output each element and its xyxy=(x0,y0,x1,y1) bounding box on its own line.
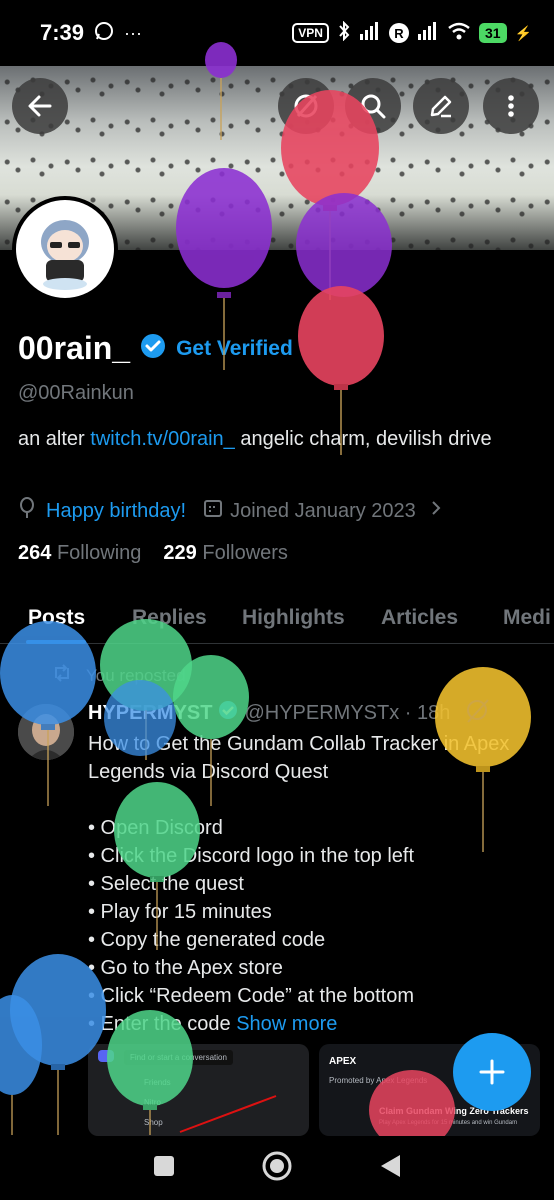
show-more-link[interactable]: Show more xyxy=(236,1013,337,1035)
discord-logo-icon xyxy=(98,1050,114,1064)
get-verified-link[interactable]: Get Verified xyxy=(176,337,293,361)
display-name: 00rain_ xyxy=(18,330,131,366)
more-button[interactable] xyxy=(483,78,539,134)
tab-media[interactable]: Medi xyxy=(503,606,551,630)
post-line: How to Get the Gundam Collab Tracker in … xyxy=(88,733,510,755)
more-vertical-icon xyxy=(508,95,514,117)
avatar-illustration xyxy=(41,220,89,290)
repost-context: You reposted xyxy=(52,664,186,687)
whatsapp-icon xyxy=(94,21,114,46)
compose-fab[interactable] xyxy=(453,1033,531,1111)
tab-highlights[interactable]: Highlights xyxy=(242,606,345,630)
discord-item: Nitro xyxy=(144,1098,161,1107)
home-circle-icon[interactable] xyxy=(261,1150,293,1187)
repost-icon xyxy=(52,664,72,687)
status-bar: 7:39 ··· VPN R 31 ⚡ xyxy=(0,0,554,66)
post-author-avatar[interactable] xyxy=(18,704,74,760)
search-icon xyxy=(361,94,386,119)
name-row: 00rain_ Get Verified xyxy=(18,330,293,367)
back-triangle-icon[interactable] xyxy=(378,1153,402,1184)
post-author-name[interactable]: HYPERMYST xyxy=(88,702,212,725)
profile-avatar[interactable] xyxy=(12,196,118,302)
bio-prefix: an alter xyxy=(18,428,85,450)
tab-replies[interactable]: Replies xyxy=(132,606,207,630)
post-line: Legends via Discord Quest xyxy=(88,761,329,783)
back-button[interactable] xyxy=(12,78,68,134)
post-line: • Click the Discord logo in the top left xyxy=(88,845,415,867)
discord-item: Shop xyxy=(144,1118,163,1127)
author-verified-icon xyxy=(218,700,238,726)
post-author-handle: @HYPERMYSTx · 18h xyxy=(244,701,451,724)
post-line: • Copy the generated code xyxy=(88,929,326,951)
bluetooth-icon xyxy=(337,20,351,46)
wifi-icon xyxy=(447,22,471,45)
profile-tabs: Posts Replies Highlights Articles Medi xyxy=(0,600,554,644)
follow-stats: 264 Following 229 Followers xyxy=(18,542,288,565)
followers-count: 229 xyxy=(163,542,197,564)
edit-button[interactable] xyxy=(413,78,469,134)
system-nav-bar xyxy=(0,1136,554,1200)
discord-search-text: Find or start a conversation xyxy=(124,1050,233,1065)
profile-bio: an alter twitch.tv/00rain_ angelic charm… xyxy=(18,425,518,453)
profile-handle: @00Rainkun xyxy=(18,382,134,404)
calendar-icon xyxy=(204,499,223,523)
chevron-right-icon[interactable] xyxy=(430,499,442,523)
post-text: How to Get the Gundam Collab Tracker in … xyxy=(88,730,548,1038)
vpn-badge: VPN xyxy=(292,23,329,43)
tab-articles[interactable]: Articles xyxy=(381,606,458,630)
following-count: 264 xyxy=(18,542,52,564)
birthday-link[interactable]: Happy birthday! xyxy=(46,500,186,523)
joined-date: Joined January 2023 xyxy=(230,499,416,522)
post-line: • Play for 15 minutes xyxy=(88,901,272,923)
post-line-last: • Enter the code Show more xyxy=(88,1010,548,1038)
signal-icon xyxy=(359,21,381,45)
balloon-icon xyxy=(0,995,42,1135)
battery-level: 31 xyxy=(478,23,507,43)
charging-icon: ⚡ xyxy=(514,24,532,41)
apex-brand: APEX xyxy=(329,1056,357,1067)
media-image-discord[interactable]: Find or start a conversation Friends Nit… xyxy=(88,1044,309,1136)
signal-icon-2 xyxy=(417,21,439,45)
following-label: Following xyxy=(56,542,142,564)
bio-suffix: angelic charm, devilish drive xyxy=(234,428,492,450)
post-line: • Go to the Apex store xyxy=(88,957,283,979)
search-button[interactable] xyxy=(345,78,401,134)
tab-posts[interactable]: Posts xyxy=(28,606,85,630)
verified-badge-icon xyxy=(140,333,166,364)
post-line: • Select the quest xyxy=(88,873,244,895)
carrier-badge: R xyxy=(388,23,409,43)
post-header: HYPERMYST @HYPERMYSTx · 18h xyxy=(88,700,450,726)
post-line: • Click “Redeem Code” at the bottom xyxy=(88,985,415,1007)
followers-label: Followers xyxy=(202,542,288,564)
active-tab-indicator xyxy=(26,640,86,644)
repost-label: You reposted xyxy=(86,665,186,685)
grok-button[interactable] xyxy=(278,78,334,134)
edit-icon xyxy=(430,95,452,118)
clock: 7:39 xyxy=(40,20,85,45)
back-arrow-icon xyxy=(28,95,52,117)
followers-stat[interactable]: 229 Followers xyxy=(163,542,288,565)
red-arrow-line xyxy=(179,1095,277,1133)
grok-icon xyxy=(294,94,318,118)
more-dots-icon: ··· xyxy=(124,22,143,43)
plus-icon xyxy=(479,1059,505,1085)
apex-promo: Promoted by Apex Legends xyxy=(329,1076,428,1085)
post-line: • Open Discord xyxy=(88,817,223,839)
following-stat[interactable]: 264 Following xyxy=(18,542,141,565)
apex-sub: Play Apex Legends for 15 minutes and win… xyxy=(379,1120,518,1126)
profile-meta: Happy birthday! Joined January 2023 xyxy=(18,497,442,525)
discord-item: Friends xyxy=(144,1078,171,1087)
post-line xyxy=(88,786,548,814)
post-line-text: • Enter the code xyxy=(88,1013,231,1035)
recents-square-icon[interactable] xyxy=(152,1154,176,1183)
bio-link[interactable]: twitch.tv/00rain_ xyxy=(90,428,235,450)
balloon-icon xyxy=(18,497,36,525)
